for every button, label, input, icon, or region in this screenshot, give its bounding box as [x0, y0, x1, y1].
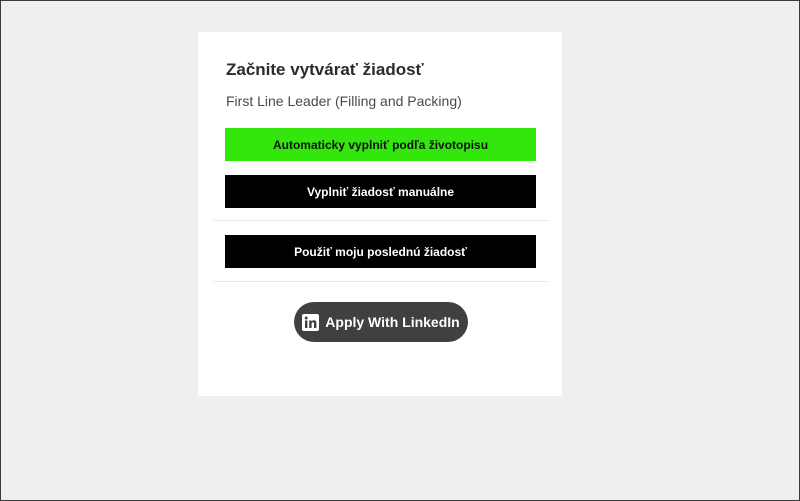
- card-title: Začnite vytvárať žiadosť: [226, 60, 424, 79]
- page-viewport: Začnite vytvárať žiadosť First Line Lead…: [0, 0, 800, 501]
- fill-manually-button[interactable]: Vyplniť žiadosť manuálne: [225, 175, 536, 208]
- autofill-from-resume-button[interactable]: Automaticky vyplniť podľa životopisu: [225, 128, 536, 161]
- divider: [213, 281, 548, 282]
- application-start-card: Začnite vytvárať žiadosť First Line Lead…: [198, 32, 562, 396]
- divider: [213, 220, 548, 221]
- job-title: First Line Leader (Filling and Packing): [226, 93, 462, 109]
- apply-with-linkedin-button[interactable]: Apply With LinkedIn: [294, 302, 468, 342]
- linkedin-button-label: Apply With LinkedIn: [325, 314, 460, 330]
- linkedin-icon: [302, 313, 320, 331]
- use-last-application-button[interactable]: Použiť moju poslednú žiadosť: [225, 235, 536, 268]
